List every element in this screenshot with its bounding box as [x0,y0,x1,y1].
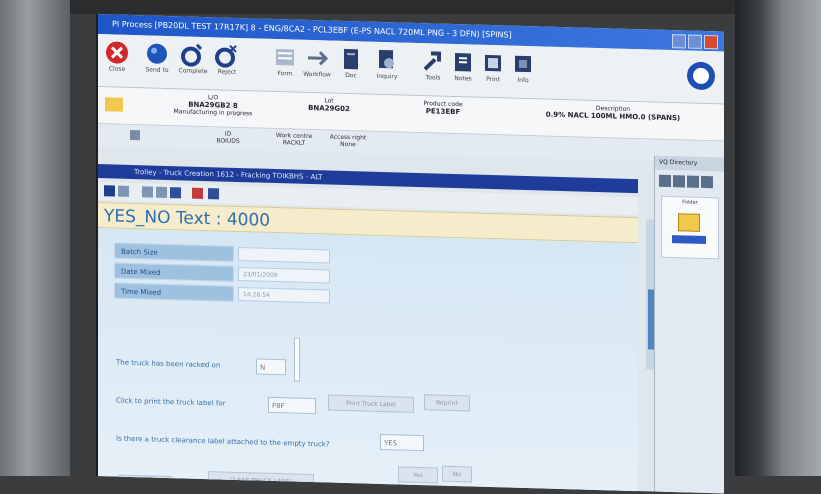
batch-size-label: Batch Size [114,242,234,262]
reprint-button[interactable]: Reprint [424,394,470,412]
delete-icon[interactable] [192,187,203,199]
checklist-x-icon [215,45,237,68]
inquiry-button[interactable]: Inquiry [372,48,402,81]
description-value: 0.9% NACL 100ML HMO.0 (SPANS) [545,110,681,123]
vertical-input-bar [294,337,300,382]
comments-button[interactable]: Comments [118,474,172,493]
refresh-icon[interactable] [208,188,219,200]
clearance-input[interactable]: YES [380,433,424,452]
folder-icon[interactable] [678,213,700,232]
monitor-bezel-top [0,0,821,14]
list-view-icon[interactable] [687,175,699,188]
lot-value: BNA29G02 [308,103,350,114]
window-close-button[interactable] [704,34,718,50]
form-icon [276,49,294,66]
selected-folder-item[interactable] [672,235,706,245]
monitor-screen: PI Process [PB20DL TEST 17R17K] 8 - ENG/… [96,14,724,494]
date-mixed-field[interactable]: 23/01/2009 [238,266,330,284]
reject-button[interactable]: Reject [212,43,242,76]
clear-truck-label-button[interactable]: CLEAR TRUCK LABEL [208,471,314,491]
up-folder-icon[interactable] [673,175,685,188]
prev-page-icon[interactable] [156,186,167,198]
access-right-cell: Access right None [329,133,367,149]
document-icon [344,48,358,70]
folder-icon [105,97,123,112]
complete-button[interactable]: Complete [178,42,208,75]
clearance-question: Is there a truck clearance label attache… [116,434,330,449]
print-small-icon[interactable] [104,185,115,197]
racked-input[interactable]: N [256,358,286,376]
close-icon [106,41,128,64]
print-button[interactable]: Print [478,51,508,84]
print-label-input[interactable]: P8F [268,396,316,415]
product-info: Product code PE13EBF [398,99,488,117]
work-centre-cell: Work centre RACKLT [275,132,313,147]
right-directory-panel: VQ Directory Folder [654,155,724,494]
notes-icon [455,53,471,72]
notes-button[interactable]: Notes [448,50,478,83]
banner-text: YES_NO Text : 4000 [104,206,271,231]
home-icon[interactable] [659,174,671,188]
copy-icon[interactable] [118,185,129,197]
checklist-icon [181,43,203,67]
product-value: PE13EBF [425,107,461,117]
lot-info: Lot BNA29G02 [284,96,374,114]
window-controls [672,34,718,50]
print-label-question: Click to print the truck label for [116,396,226,408]
tools-button[interactable]: Tools [418,49,448,82]
workflow-button[interactable]: Workflow [302,46,332,79]
no-option-button[interactable]: No [442,465,472,483]
tools-icon [423,51,441,71]
time-mixed-label: Time Mixed [114,282,234,302]
id-cell: ID BOIUDS [216,130,240,146]
info-icon [515,55,531,73]
pencil-icon[interactable] [128,128,142,142]
description-info: Description 0.9% NACL 100ML HMO.0 (SPANS… [518,103,708,123]
form-button[interactable]: Form [270,45,300,78]
monitor-bezel-left [0,0,70,476]
search-doc-icon [379,49,394,69]
panel-icon-row [655,170,724,194]
racked-question: The truck has been racked on [116,358,221,370]
globe-icon [147,43,167,64]
monitor-bezel-right [735,0,821,476]
details-view-icon[interactable] [701,175,713,189]
time-mixed-field[interactable]: 14:26:54 [238,286,330,304]
doc-button[interactable]: Doc [336,47,366,80]
order-status: Manufacturing in progress [173,108,253,118]
print-icon [485,54,501,72]
yes-option-button[interactable]: Yes [398,466,438,484]
first-page-icon[interactable] [142,186,153,198]
info-button[interactable]: Info [508,52,538,85]
order-info: L/O BNA29GB2 8 Manufacturing in progress [158,93,268,118]
next-page-icon[interactable] [170,187,181,199]
company-logo-icon [687,61,715,90]
minimize-button[interactable] [672,34,686,49]
maximize-button[interactable] [688,34,702,49]
folder-tree-box: Folder [661,195,719,260]
truck-form: Batch Size Date Mixed 23/01/2009 Time Mi… [98,228,638,494]
send-to-button[interactable]: Send to [142,41,172,74]
section-title: Trolley - Truck Creation 1612 - Fracking… [134,168,323,182]
date-mixed-label: Date Mixed [114,262,234,282]
batch-size-field[interactable] [238,246,330,264]
workflow-icon [308,51,329,66]
print-truck-label-button[interactable]: Print Truck Label [328,394,414,413]
close-button[interactable]: Close [102,40,132,73]
